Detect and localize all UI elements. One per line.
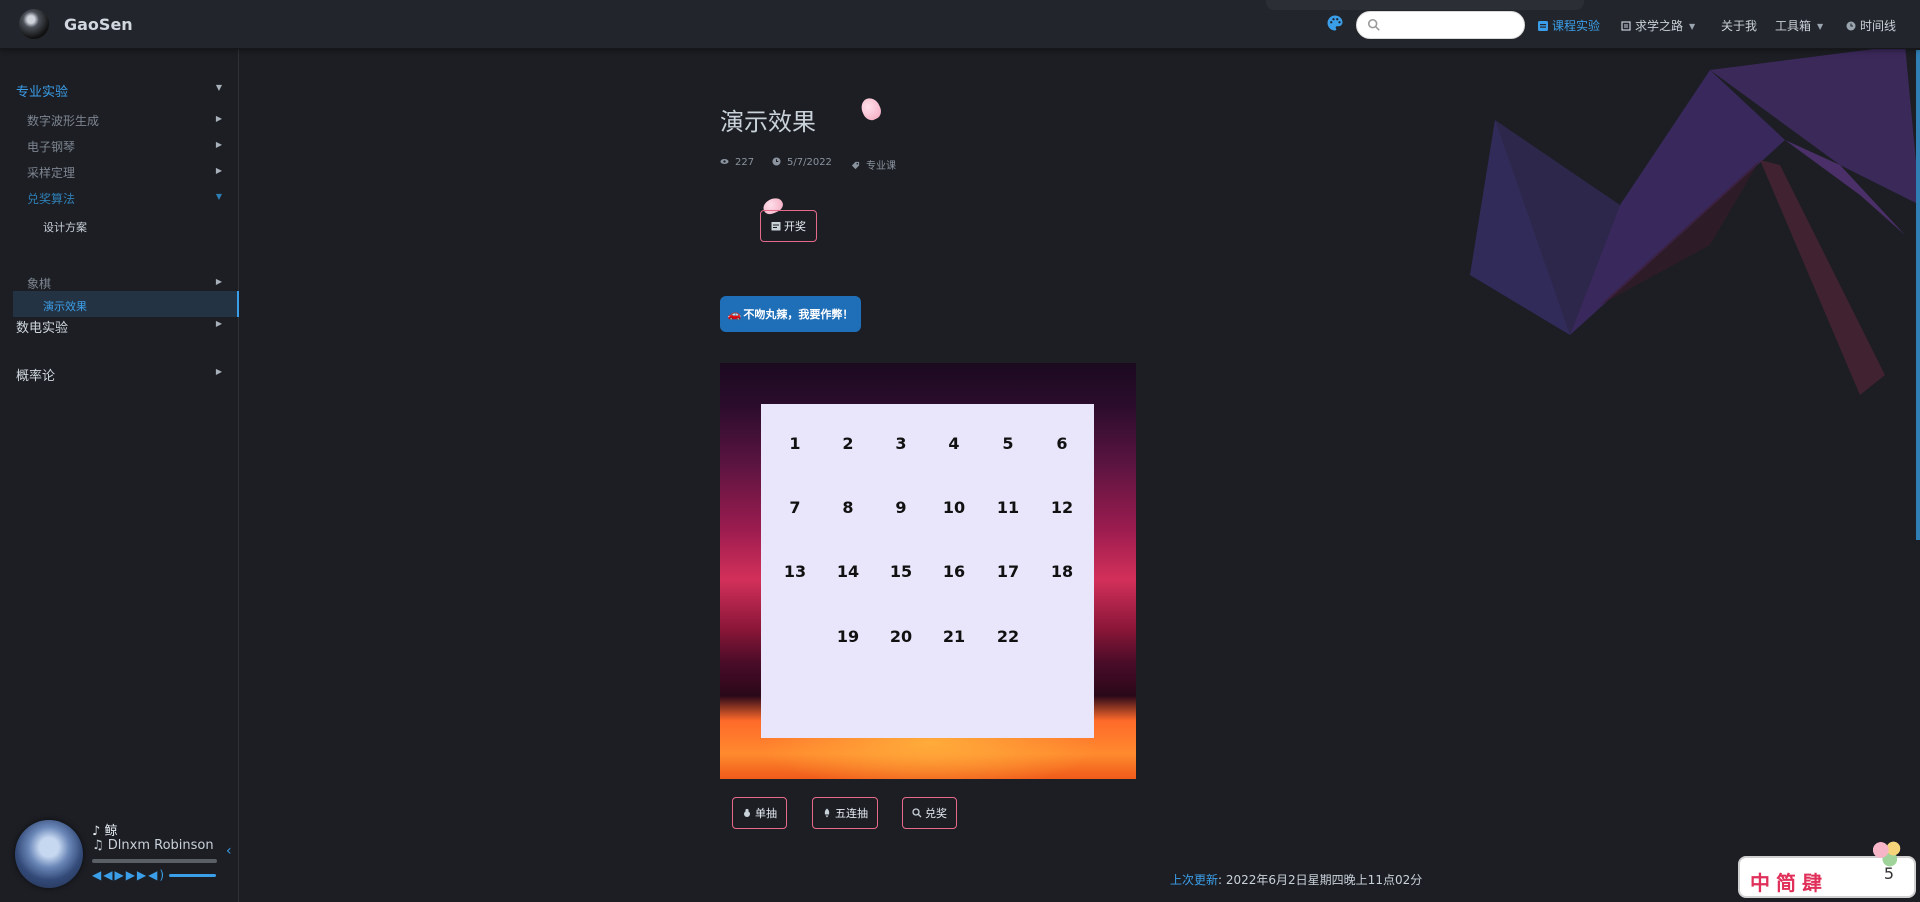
search-icon bbox=[1367, 18, 1380, 31]
search-input[interactable] bbox=[1387, 16, 1517, 34]
nav-course-experiments[interactable]: 课程实验 bbox=[1538, 17, 1600, 34]
chevron-down-icon: ▼ bbox=[1689, 22, 1696, 31]
post-date: 5/7/2022 bbox=[772, 157, 832, 168]
number-cell[interactable]: 22 bbox=[988, 627, 1028, 646]
draw-button[interactable]: 开奖 bbox=[760, 210, 817, 242]
sidebar-group-digital-circuits[interactable]: 数电实验 bbox=[16, 317, 68, 336]
last-update: 上次更新: 2022年6月2日星期四晚上11点02分 bbox=[1170, 871, 1422, 888]
sidebar-item-chess[interactable]: 象棋 bbox=[27, 275, 51, 292]
chevron-down-icon[interactable]: ▼ bbox=[216, 192, 222, 201]
number-cell[interactable]: 19 bbox=[828, 627, 868, 646]
number-cell[interactable]: 4 bbox=[934, 434, 974, 453]
number-cell[interactable]: 15 bbox=[881, 562, 921, 581]
number-cell[interactable]: 10 bbox=[934, 498, 974, 517]
site-logo[interactable] bbox=[19, 9, 49, 39]
top-overlay-strip bbox=[1266, 0, 1584, 10]
top-navbar: GaoSen 课程实验 求学之路 ▼ 关于我 工具箱 ▼ 时间线 bbox=[0, 0, 1920, 49]
song-artist: ♫ Dlnxm Robinson bbox=[92, 838, 214, 853]
chevron-right-icon[interactable]: ▶ bbox=[216, 319, 222, 328]
search-box[interactable] bbox=[1356, 11, 1525, 39]
last-update-value: : 2022年6月2日星期四晚上11点02分 bbox=[1218, 873, 1423, 887]
site-name[interactable]: GaoSen bbox=[64, 15, 133, 34]
sidebar-item-waveform[interactable]: 数字波形生成 bbox=[27, 112, 99, 129]
number-cell[interactable]: 20 bbox=[881, 627, 921, 646]
play-icon[interactable]: ▶ bbox=[114, 868, 125, 882]
car-icon: 🚗 bbox=[727, 307, 742, 321]
number-cell[interactable]: 21 bbox=[934, 627, 974, 646]
clock-icon bbox=[772, 157, 781, 166]
nav-toolbox[interactable]: 工具箱 ▼ bbox=[1775, 17, 1823, 34]
last-update-label: 上次更新 bbox=[1170, 873, 1219, 887]
flower-icon bbox=[1870, 838, 1906, 868]
background-polygons bbox=[1470, 45, 1920, 395]
album-cover[interactable] bbox=[15, 820, 83, 888]
search-icon bbox=[912, 808, 922, 818]
widget-text: 中简肆 bbox=[1750, 871, 1828, 895]
book-icon bbox=[1621, 21, 1631, 31]
post-tag[interactable]: 专业课 bbox=[851, 157, 896, 172]
cheat-button[interactable]: 🚗 不吻丸辣，我要作弊！ bbox=[720, 296, 861, 332]
palette-icon[interactable] bbox=[1326, 14, 1344, 32]
sakura-petal bbox=[858, 95, 884, 123]
next-icon[interactable]: ▶▶ bbox=[126, 868, 148, 882]
number-cell[interactable]: 13 bbox=[775, 562, 815, 581]
number-cell[interactable]: 16 bbox=[934, 562, 974, 581]
number-cell[interactable]: 12 bbox=[1042, 498, 1082, 517]
single-draw-button[interactable]: 单抽 bbox=[732, 797, 787, 829]
chevron-down-icon[interactable]: ▼ bbox=[216, 83, 222, 92]
page-title: 演示效果 bbox=[720, 108, 816, 136]
mascot-widget[interactable]: 中简肆 5 bbox=[1738, 838, 1916, 898]
sidebar-group-professional-experiments[interactable]: 专业实验 bbox=[16, 81, 68, 100]
player-controls: ◀◀▶▶▶◀) bbox=[92, 868, 166, 882]
chevron-right-icon[interactable]: ▶ bbox=[216, 114, 222, 123]
song-title: ♪ 鲸 bbox=[92, 824, 118, 839]
chevron-down-icon: ▼ bbox=[1817, 22, 1824, 31]
eye-icon bbox=[720, 158, 729, 165]
grid-icon bbox=[1538, 21, 1548, 31]
progress-bar[interactable] bbox=[92, 859, 217, 863]
nav-study-path[interactable]: 求学之路 ▼ bbox=[1621, 17, 1695, 34]
sidebar-item-piano[interactable]: 电子钢琴 bbox=[27, 138, 75, 155]
number-cell[interactable]: 2 bbox=[828, 434, 868, 453]
number-cell[interactable]: 1 bbox=[775, 434, 815, 453]
chevron-right-icon[interactable]: ▶ bbox=[216, 277, 222, 286]
sidebar-item-redeem-algorithm[interactable]: 兑奖算法 bbox=[27, 190, 75, 207]
sidebar-leaf-design[interactable]: 设计方案 bbox=[43, 219, 87, 235]
tag-icon bbox=[851, 161, 860, 170]
number-cell[interactable]: 9 bbox=[881, 498, 921, 517]
view-count: 227 bbox=[720, 157, 754, 168]
number-cell[interactable]: 6 bbox=[1042, 434, 1082, 453]
number-cell[interactable]: 11 bbox=[988, 498, 1028, 517]
chevron-right-icon[interactable]: ▶ bbox=[216, 166, 222, 175]
number-cell[interactable]: 18 bbox=[1042, 562, 1082, 581]
sidebar: 专业实验 ▼ 数字波形生成 ▶ 电子钢琴 ▶ 采样定理 ▶ 兑奖算法 ▼ 设计方… bbox=[0, 49, 239, 902]
flower-icon bbox=[744, 808, 750, 817]
chevron-right-icon[interactable]: ▶ bbox=[216, 140, 222, 149]
nav-timeline[interactable]: 时间线 bbox=[1846, 17, 1896, 34]
clock-icon bbox=[1846, 21, 1856, 31]
redeem-button[interactable]: 兑奖 bbox=[902, 797, 957, 829]
number-cell[interactable]: 7 bbox=[775, 498, 815, 517]
number-cell[interactable]: 5 bbox=[988, 434, 1028, 453]
volume-icon[interactable]: ◀) bbox=[148, 868, 166, 882]
collapse-player-icon[interactable]: ‹ bbox=[226, 843, 232, 859]
nav-about-me[interactable]: 关于我 bbox=[1721, 17, 1757, 34]
sidebar-group-probability[interactable]: 概率论 bbox=[16, 365, 55, 384]
number-cell[interactable]: 17 bbox=[988, 562, 1028, 581]
previous-icon[interactable]: ◀◀ bbox=[92, 868, 114, 882]
sidebar-item-sampling[interactable]: 采样定理 bbox=[27, 164, 75, 181]
sidebar-leaf-demo[interactable]: 演示效果 bbox=[13, 291, 239, 317]
calendar-icon bbox=[771, 222, 781, 231]
rocket-icon bbox=[824, 808, 830, 818]
scrollbar[interactable] bbox=[1916, 50, 1920, 540]
number-cell[interactable]: 3 bbox=[881, 434, 921, 453]
five-draw-button[interactable]: 五连抽 bbox=[812, 797, 878, 829]
volume-slider[interactable] bbox=[169, 874, 216, 877]
number-cell[interactable]: 8 bbox=[828, 498, 868, 517]
chevron-right-icon[interactable]: ▶ bbox=[216, 367, 222, 376]
number-cell[interactable]: 14 bbox=[828, 562, 868, 581]
